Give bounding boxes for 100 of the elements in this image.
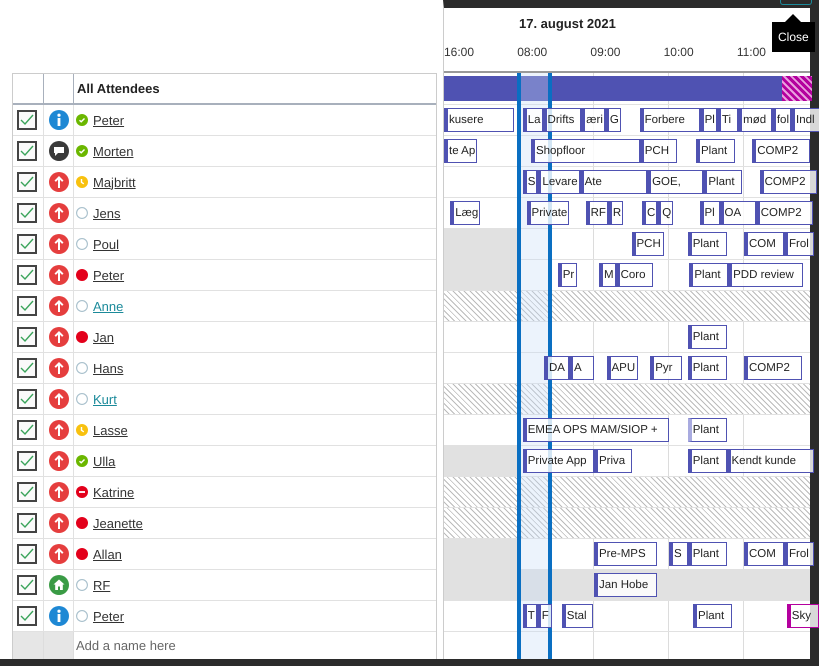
calendar-event[interactable]: PCH	[632, 232, 664, 256]
calendar-event[interactable]: PCH	[640, 139, 678, 163]
calendar-event[interactable]: Plant	[688, 356, 726, 380]
calendar-event[interactable]: Forbere	[640, 108, 700, 132]
away-event[interactable]: Sky	[786, 604, 819, 628]
calendar-event[interactable]: Shopfloor	[530, 139, 640, 163]
calendar-event[interactable]: C	[642, 201, 658, 225]
calendar-event[interactable]: M	[599, 263, 616, 287]
attendee-name-link[interactable]: Jan	[93, 330, 117, 344]
attendee-checkbox[interactable]	[17, 575, 37, 595]
attendee-name-link[interactable]: Ulla	[93, 454, 118, 468]
calendar-event[interactable]: Plant	[689, 263, 728, 287]
attendee-name-link[interactable]: Peter	[93, 268, 128, 282]
calendar-event[interactable]: te Ap	[444, 139, 478, 163]
calendar-event[interactable]: La	[522, 108, 543, 132]
attendee-name-link[interactable]: Peter	[93, 112, 128, 128]
calendar-event[interactable]: Coro	[616, 263, 654, 287]
calendar-event[interactable]: S	[522, 170, 538, 194]
calendar-event[interactable]: COMP2	[756, 201, 814, 225]
calendar-event[interactable]: fol	[772, 108, 792, 132]
calendar-event[interactable]: Stal	[562, 604, 594, 628]
calendar-event[interactable]: Plant	[703, 170, 742, 194]
attendee-checkbox[interactable]	[17, 265, 37, 285]
calendar-event[interactable]: COMP2	[760, 170, 818, 194]
calendar-event[interactable]: EMEA OPS MAM/SIOP +	[522, 418, 669, 442]
calendar-event[interactable]: æri	[581, 108, 605, 132]
calendar-event[interactable]: mød	[738, 108, 772, 132]
attendee-name-link[interactable]: Majbritt	[93, 174, 139, 190]
attendee-name-link[interactable]: RF	[93, 578, 114, 592]
calendar-event[interactable]: Læg	[450, 201, 480, 225]
attendee-name-link[interactable]: Jeanette	[93, 516, 146, 530]
calendar-event[interactable]: Pl	[700, 108, 717, 132]
calendar-event[interactable]: G	[604, 108, 621, 132]
calendar-event[interactable]: Indl	[791, 108, 819, 132]
close-button[interactable]	[780, 0, 812, 5]
calendar-event[interactable]: COM	[744, 542, 784, 566]
calendar-event[interactable]: RF	[586, 201, 608, 225]
calendar-event[interactable]: PDD review	[728, 263, 804, 287]
calendar-event[interactable]: Frol	[784, 232, 814, 256]
calendar-event[interactable]: Private	[526, 201, 570, 225]
attendee-name-link[interactable]: Jens	[93, 206, 124, 220]
attendee-name-link[interactable]: Hans	[93, 360, 126, 376]
calendar-event[interactable]: Plant	[688, 542, 726, 566]
calendar-event[interactable]: Kendt kunde	[726, 449, 814, 473]
calendar-event[interactable]: Plant	[693, 604, 732, 628]
calendar-event[interactable]: GOE,	[647, 170, 704, 194]
calendar-event[interactable]: Levare	[537, 170, 580, 194]
calendar-event[interactable]: F	[536, 604, 552, 628]
attendee-name-link[interactable]: Anne	[93, 298, 126, 314]
attendee-name-link[interactable]: Kurt	[93, 392, 120, 406]
attendee-name-link[interactable]: Poul	[93, 236, 122, 252]
calendar-event[interactable]: S	[669, 542, 688, 566]
attendee-checkbox[interactable]	[17, 482, 37, 502]
calendar-event[interactable]: Pr	[558, 263, 576, 287]
calendar-event[interactable]: COM	[744, 232, 784, 256]
calendar-event[interactable]: Ti	[716, 108, 738, 132]
calendar-event[interactable]: Frol	[784, 542, 814, 566]
calendar-event[interactable]: Plant	[688, 449, 726, 473]
calendar-event[interactable]: R	[608, 201, 624, 225]
attendee-name-link[interactable]: Allan	[93, 546, 125, 562]
calendar-event[interactable]: Pre-MPS	[594, 542, 656, 566]
away-block	[782, 76, 812, 101]
calendar-event[interactable]: Pl	[700, 201, 720, 225]
calendar-event[interactable]: Pyr	[650, 356, 682, 380]
attendee-checkbox[interactable]	[17, 110, 37, 130]
attendee-name-link[interactable]: Peter	[93, 608, 128, 624]
calendar-event[interactable]: Drifts	[542, 108, 582, 132]
calendar-event[interactable]: kusere	[444, 108, 514, 132]
attendee-checkbox[interactable]	[17, 296, 37, 316]
calendar-event[interactable]: COMP2	[752, 139, 810, 163]
attendee-checkbox[interactable]	[17, 606, 37, 626]
attendee-checkbox[interactable]	[17, 141, 37, 161]
calendar-event[interactable]: DA	[544, 356, 569, 380]
attendee-name-link[interactable]: Lasse	[93, 422, 131, 438]
calendar-event[interactable]: Private App	[522, 449, 594, 473]
calendar-event[interactable]: Plant	[688, 325, 726, 349]
attendee-checkbox[interactable]	[17, 172, 37, 192]
calendar-event[interactable]: APU	[606, 356, 638, 380]
tentative-event[interactable]: Plant	[688, 418, 726, 442]
attendee-checkbox[interactable]	[17, 420, 37, 440]
attendee-checkbox[interactable]	[17, 513, 37, 533]
calendar-event[interactable]: Q	[657, 201, 674, 225]
calendar-event[interactable]: Jan Hobe	[594, 573, 656, 597]
calendar-event[interactable]: T	[522, 604, 537, 628]
attendee-checkbox[interactable]	[17, 451, 37, 471]
attendee-checkbox[interactable]	[17, 203, 37, 223]
calendar-event[interactable]: Plant	[688, 232, 726, 256]
calendar-event[interactable]: Plant	[696, 139, 735, 163]
calendar-event[interactable]: Priva	[594, 449, 632, 473]
attendee-checkbox[interactable]	[17, 389, 37, 409]
attendee-name-link[interactable]: Katrine	[93, 484, 138, 500]
attendee-checkbox[interactable]	[17, 544, 37, 564]
calendar-event[interactable]: OA	[720, 201, 756, 225]
calendar-event[interactable]: A	[569, 356, 594, 380]
calendar-event[interactable]: Ate	[580, 170, 648, 194]
attendee-checkbox[interactable]	[17, 327, 37, 347]
attendee-checkbox[interactable]	[17, 358, 37, 378]
calendar-event[interactable]: COMP2	[744, 356, 802, 380]
attendee-checkbox[interactable]	[17, 234, 37, 254]
attendee-name-link[interactable]: Morten	[93, 144, 136, 158]
